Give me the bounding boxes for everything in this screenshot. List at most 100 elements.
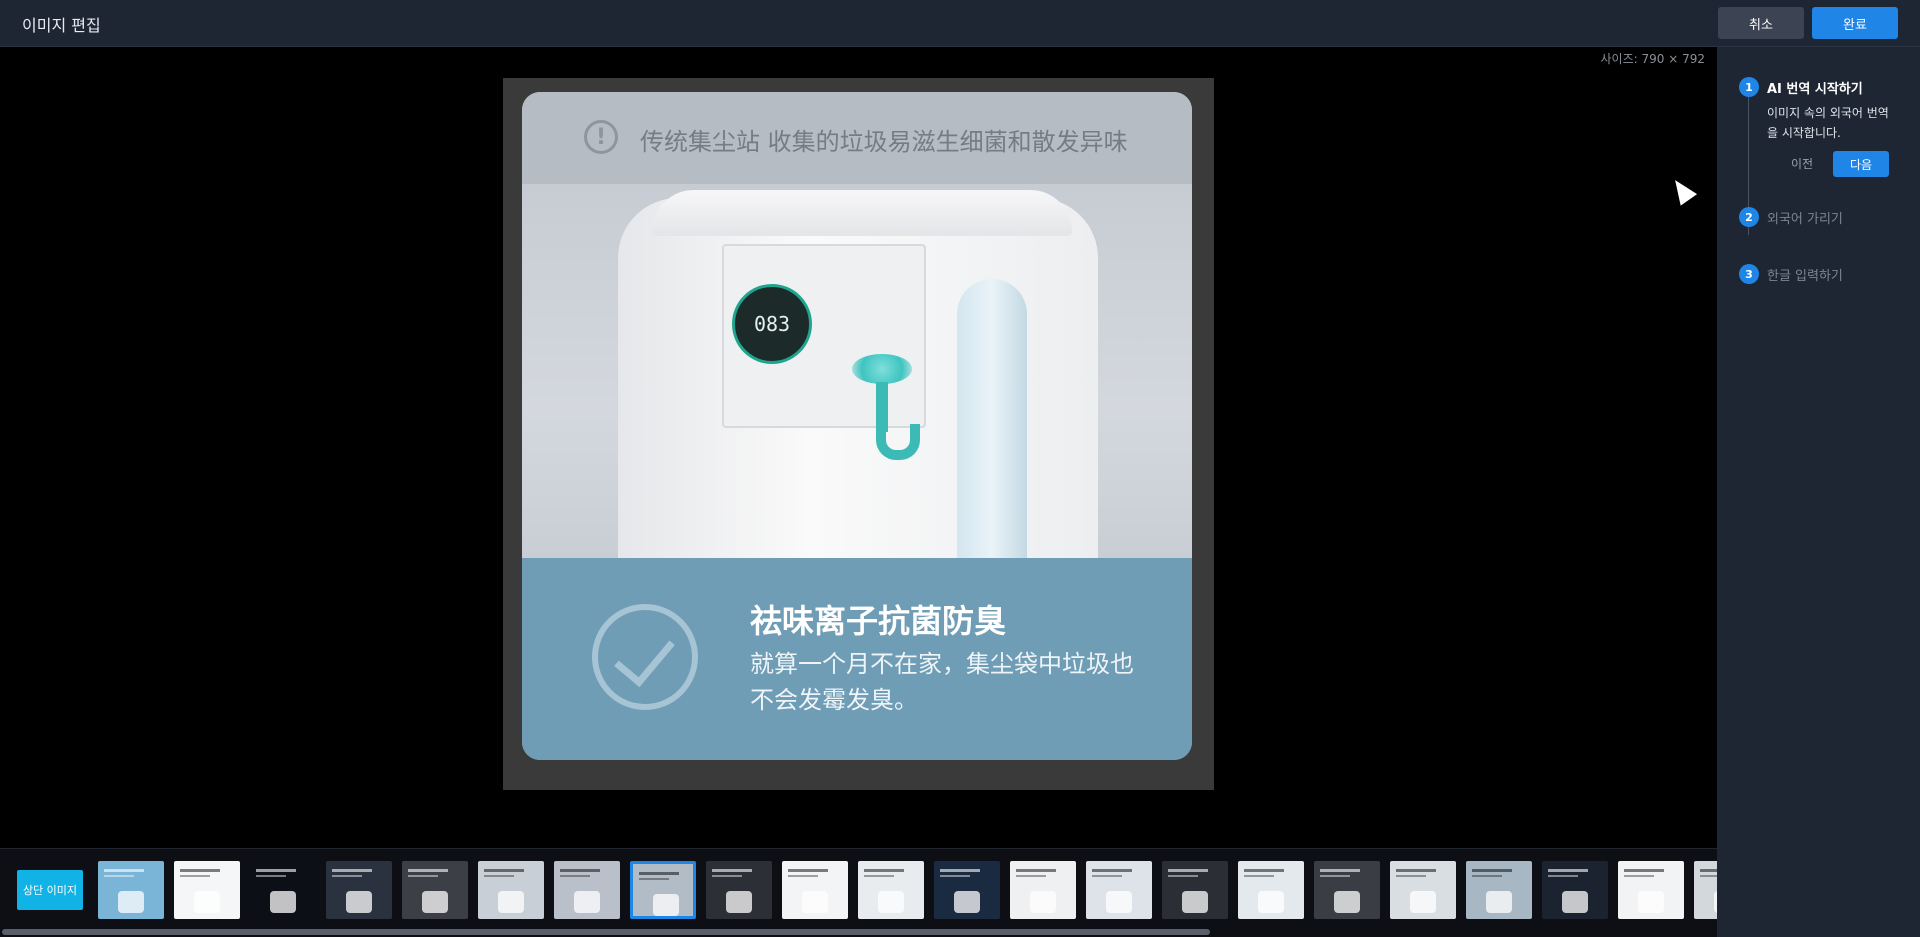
step-2-label[interactable]: 외국어 가리기 [1767, 208, 1843, 227]
thumbnail-product-shape [1562, 891, 1589, 913]
canvas-area: 사이즈: 790 × 792 ! 传统集尘站 收集的垃圾易滋生细菌和散发异味 0… [0, 47, 1717, 847]
prev-button[interactable]: 이전 [1782, 151, 1822, 175]
page-title: 이미지 편집 [22, 16, 101, 35]
thumbnail-text-line [1092, 875, 1123, 877]
thumbnail-text-line [560, 869, 601, 872]
thumbnail-item[interactable] [1238, 861, 1305, 919]
thumbnail-text-line [1700, 875, 1717, 877]
next-button[interactable]: 다음 [1833, 151, 1889, 177]
thumbnail-item[interactable] [1694, 861, 1717, 919]
image-bottom-banner: 祛味离子抗菌防臭 就算一个月不在家，集尘袋中垃圾也不会发霉发臭。 [522, 558, 1192, 760]
thumbnail-text-line [864, 875, 895, 877]
thumbnail-item[interactable] [782, 861, 849, 919]
product-image[interactable]: ! 传统集尘站 收集的垃圾易滋生细菌和散发异味 083 祛味离子抗菌防臭 就算一… [522, 92, 1192, 760]
product-illustration: 083 [522, 184, 1192, 558]
thumbnail-product-shape [118, 891, 145, 913]
thumbnail-product-shape [878, 891, 905, 913]
thumbnail-item[interactable] [478, 861, 545, 919]
thumbnail-row: 상단 이미지 [17, 861, 1717, 921]
step-1-label[interactable]: AI 번역 시작하기 [1767, 78, 1863, 97]
thumbnail-text-line [408, 869, 449, 872]
image-bottom-desc: 就算一个月不在家，集尘袋中垃圾也不会发霉发臭。 [750, 650, 1134, 714]
thumbnail-text-line [256, 875, 287, 877]
thumbnail-product-shape [1258, 891, 1285, 913]
thumbnail-item[interactable] [1618, 861, 1685, 919]
thumbnail-item[interactable] [554, 861, 621, 919]
digital-display: 083 [732, 284, 812, 364]
thumbnail-text-line [104, 875, 135, 877]
thumbnail-text-line [1472, 875, 1503, 877]
thumbnail-product-shape [1486, 891, 1513, 913]
thumbnail-text-line [180, 875, 211, 877]
thumbnail-item[interactable] [1010, 861, 1077, 919]
thumbnail-item[interactable] [1466, 861, 1533, 919]
thumbnail-text-line [1016, 875, 1047, 877]
thumbnail-text-line [940, 875, 971, 877]
step-1-number: 1 [1739, 77, 1759, 97]
thumbnail-item[interactable] [250, 861, 317, 919]
thumbnail-item[interactable] [1162, 861, 1229, 919]
thumbnail-product-shape [346, 891, 373, 913]
thumbnail-item[interactable] [706, 861, 773, 919]
thumbnail-item[interactable] [1390, 861, 1457, 919]
thumbnail-product-shape [270, 891, 297, 913]
thumbnail-product-shape [498, 891, 525, 913]
thumbnail-text-line [1320, 869, 1361, 872]
done-button[interactable]: 완료 [1812, 7, 1898, 39]
thumbnail-text-line [484, 875, 515, 877]
thumbnail-text-line [332, 875, 363, 877]
thumbnail-text-line [712, 869, 753, 872]
air-pipe [957, 279, 1027, 558]
image-top-text: 传统集尘站 收集的垃圾易滋生细菌和散发异味 [640, 128, 1128, 156]
ion-module [852, 354, 920, 464]
thumbnail-product-shape [1106, 891, 1133, 913]
thumbnail-text-line [1548, 869, 1589, 872]
thumbnail-item[interactable] [1086, 861, 1153, 919]
thumbnail-item[interactable] [98, 861, 165, 919]
step-3-number: 3 [1739, 264, 1759, 284]
thumbnail-text-line [256, 869, 297, 872]
thumbnail-product-shape [1334, 891, 1361, 913]
thumbnail-text-line [788, 869, 829, 872]
thumbnail-text-line [1244, 875, 1275, 877]
image-bottom-title: 祛味离子抗菌防臭 [750, 602, 1007, 640]
step-1-description: 이미지 속의 외국어 번역을 시작합니다. [1767, 106, 1889, 140]
scrollbar-thumb[interactable] [2, 929, 1210, 935]
check-mark [614, 623, 675, 688]
thumbnail-text-line [1168, 875, 1199, 877]
thumbnail-text-line [1016, 869, 1057, 872]
thumbnail-item[interactable] [326, 861, 393, 919]
check-icon [592, 604, 698, 710]
thumbnail-product-shape [802, 891, 829, 913]
ion-module-top [852, 354, 912, 384]
thumbnail-product-shape [1638, 891, 1665, 913]
step-3-label[interactable]: 한글 입력하기 [1767, 265, 1843, 284]
thumbnail-item[interactable] [858, 861, 925, 919]
thumbnail-text-line [864, 869, 905, 872]
dust-station-lid [652, 190, 1072, 236]
thumbnail-text-line [639, 872, 680, 875]
cancel-button[interactable]: 취소 [1718, 7, 1804, 39]
thumbnail-text-line [1396, 869, 1437, 872]
thumbnail-item[interactable] [174, 861, 241, 919]
thumbnail-item[interactable] [934, 861, 1001, 919]
thumbnail-text-line [1472, 869, 1513, 872]
horizontal-scrollbar[interactable] [0, 927, 1717, 937]
thumbnail-product-shape [194, 891, 221, 913]
warning-icon: ! [584, 120, 618, 154]
thumbnail-item[interactable] [630, 861, 697, 919]
image-frame[interactable]: ! 传统集尘站 收集的垃圾易滋生细菌和散发异味 083 祛味离子抗菌防臭 就算一… [503, 78, 1214, 790]
thumbnail-item[interactable] [1314, 861, 1381, 919]
thumbnail-product-shape [1030, 891, 1057, 913]
thumbnail-top-image[interactable]: 상단 이미지 [17, 870, 83, 910]
thumbnail-product-shape [726, 891, 753, 913]
thumbnail-text-line [1624, 869, 1665, 872]
thumbnail-text-line [1320, 875, 1351, 877]
thumbnail-text-line [1168, 869, 1209, 872]
thumbnail-item[interactable] [402, 861, 469, 919]
thumbnail-product-shape [1182, 891, 1209, 913]
thumbnail-product-shape [954, 891, 981, 913]
thumbnail-text-line [1548, 875, 1579, 877]
thumbnail-item[interactable] [1542, 861, 1609, 919]
header-bar: 이미지 편집 취소 완료 [0, 0, 1920, 47]
